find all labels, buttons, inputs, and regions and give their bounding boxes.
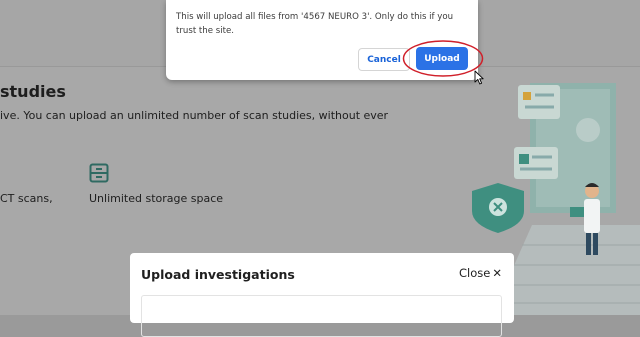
- close-icon: ✕: [492, 266, 502, 280]
- feature-unlimited-storage: Unlimited storage space: [89, 192, 224, 205]
- dialog-message: This will upload all files from '4567 NE…: [176, 12, 454, 36]
- mouse-cursor-icon: [474, 70, 484, 85]
- upload-drop-zone[interactable]: [141, 295, 502, 337]
- storage-icon: [89, 163, 109, 183]
- section-description: ive. You can upload an unlimited number …: [0, 109, 389, 122]
- upload-confirm-dialog: This will upload all files from '4567 NE…: [166, 0, 478, 80]
- upload-investigations-modal: Upload investigations Close ✕: [130, 253, 514, 337]
- upload-button[interactable]: Upload: [416, 47, 468, 70]
- close-button[interactable]: Close ✕: [459, 266, 502, 280]
- close-label: Close: [459, 266, 491, 280]
- modal-title: Upload investigations: [141, 267, 295, 282]
- cancel-button[interactable]: Cancel: [358, 48, 410, 71]
- feature-ct-scans: CT scans,: [0, 192, 53, 205]
- section-heading: studies: [0, 82, 66, 101]
